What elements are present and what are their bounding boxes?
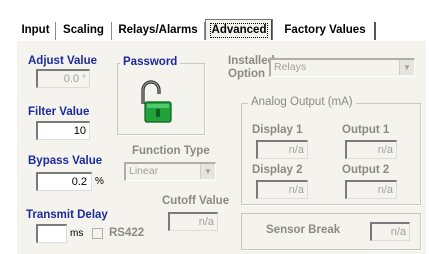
sensor-break-value: n/a bbox=[390, 226, 406, 238]
adjust-value-text: 0.0 bbox=[63, 73, 79, 85]
function-type-label: Function Type bbox=[132, 145, 210, 157]
tab-scaling[interactable]: Scaling bbox=[56, 22, 112, 40]
output2-label: Output 2 bbox=[342, 164, 390, 176]
open-padlock-icon[interactable] bbox=[135, 78, 179, 124]
analog-output-group: Analog Output (mA) Display 1 n/a Output … bbox=[241, 96, 421, 205]
transmit-delay-label: Transmit Delay bbox=[26, 209, 108, 221]
cutoff-value-text: n/a bbox=[198, 216, 214, 228]
sensor-break-group: Sensor Break n/a bbox=[241, 213, 421, 250]
display1-label: Display 1 bbox=[252, 124, 303, 136]
chevron-down-icon[interactable]: ▼ bbox=[399, 60, 414, 75]
installed-option-value: Relays bbox=[274, 61, 307, 73]
display2-value: n/a bbox=[288, 184, 304, 196]
display2-label: Display 2 bbox=[252, 164, 303, 176]
tab-scaling-label: Scaling bbox=[63, 24, 104, 36]
output1-field[interactable]: n/a bbox=[345, 140, 397, 159]
installed-option-label-line2: Option bbox=[228, 68, 266, 80]
tab-advanced-label: Advanced bbox=[209, 23, 269, 38]
sensor-break-label: Sensor Break bbox=[266, 224, 341, 236]
transmit-delay-field[interactable] bbox=[36, 224, 67, 243]
adjust-value-label: Adjust Value bbox=[28, 55, 98, 67]
output1-value: n/a bbox=[377, 144, 393, 156]
output2-value: n/a bbox=[377, 184, 393, 196]
tab-strip: Input Scaling Relays/Alarms Advanced Fac… bbox=[16, 19, 412, 42]
password-label: Password bbox=[120, 56, 181, 68]
adjust-value-field[interactable]: 0.0 ° bbox=[36, 69, 90, 88]
tab-advanced[interactable]: Advanced bbox=[205, 19, 273, 40]
function-type-value: Linear bbox=[129, 165, 159, 177]
filter-value-field[interactable]: 10 bbox=[36, 121, 90, 140]
output1-label: Output 1 bbox=[342, 124, 390, 136]
cutoff-value-label: Cutoff Value bbox=[162, 195, 230, 207]
advanced-panel: Adjust Value 0.0 ° Filter Value 10 Bypass… bbox=[16, 40, 426, 254]
tab-factory-values-label: Factory Values bbox=[284, 24, 366, 36]
tab-relays-alarms[interactable]: Relays/Alarms bbox=[112, 22, 205, 40]
transmit-delay-unit: ms bbox=[70, 228, 84, 239]
bypass-value-unit: % bbox=[95, 176, 104, 187]
tab-input-label: Input bbox=[21, 24, 50, 36]
rs422-label: RS422 bbox=[109, 227, 145, 239]
output2-field[interactable]: n/a bbox=[345, 180, 397, 199]
cutoff-value-field[interactable]: n/a bbox=[168, 212, 218, 231]
installed-option-label-line1: Installed bbox=[228, 55, 275, 67]
bypass-value-label: Bypass Value bbox=[28, 155, 103, 167]
bypass-value-field[interactable]: 0.2 bbox=[36, 172, 92, 191]
password-group: Password bbox=[117, 56, 205, 135]
rs422-checkbox[interactable] bbox=[92, 228, 103, 239]
filter-value-label: Filter Value bbox=[28, 106, 90, 118]
tab-relays-alarms-label: Relays/Alarms bbox=[118, 24, 198, 36]
installed-option-label: Installed Option bbox=[228, 55, 275, 81]
function-type-select[interactable]: Linear ▼ bbox=[124, 162, 216, 181]
display1-field[interactable]: n/a bbox=[256, 140, 308, 159]
chevron-down-icon[interactable]: ▼ bbox=[200, 164, 215, 179]
sensor-break-field[interactable]: n/a bbox=[370, 222, 410, 241]
tab-factory-values[interactable]: Factory Values bbox=[276, 22, 374, 40]
tab-input[interactable]: Input bbox=[16, 22, 56, 40]
filter-value-text: 10 bbox=[73, 125, 86, 137]
display2-field[interactable]: n/a bbox=[256, 180, 308, 199]
bypass-value-text: 0.2 bbox=[71, 176, 87, 188]
installed-option-select[interactable]: Relays ▼ bbox=[269, 58, 415, 77]
adjust-value-unit: ° bbox=[82, 74, 86, 85]
display1-value: n/a bbox=[288, 144, 304, 156]
analog-output-label: Analog Output (mA) bbox=[248, 96, 356, 108]
